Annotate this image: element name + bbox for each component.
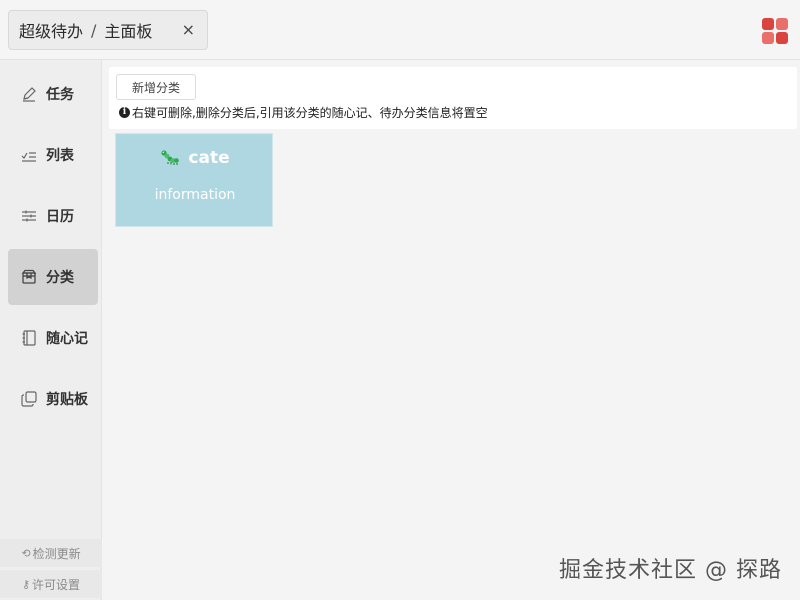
sidebar-item-category[interactable]: 分类	[8, 249, 98, 305]
app-grid-icon[interactable]	[762, 18, 788, 44]
sidebar-item-label: 列表	[46, 148, 74, 164]
checklist-icon	[20, 146, 38, 164]
sidebar-item-label: 日历	[46, 209, 74, 225]
category-card-description: information	[154, 187, 236, 203]
delete-hint: i 右键可删除,删除分类后,引用该分类的随心记、待办分类信息将置空	[119, 104, 488, 120]
info-icon: i	[119, 106, 130, 118]
delete-hint-text: 右键可删除,删除分类后,引用该分类的随心记、待办分类信息将置空	[132, 105, 488, 120]
category-toolbar: 新增分类 i 右键可删除,删除分类后,引用该分类的随心记、待办分类信息将置空	[109, 67, 797, 129]
refresh-icon: ⟲	[21, 546, 31, 560]
sidebar-item-label: 随心记	[46, 331, 88, 347]
main-panel-tab[interactable]: 超级待办 / 主面板 ×	[8, 10, 208, 50]
sidebar-item-tasks[interactable]: 任务	[8, 66, 98, 122]
sidebar-item-notes[interactable]: 随心记	[8, 310, 98, 366]
license-settings-label: 许可设置	[32, 577, 81, 592]
breadcrumb-root: 超级待办	[19, 22, 84, 41]
pencil-icon	[20, 85, 38, 103]
sidebar: 任务 列表 日历 分类 随心记 剪贴板 ⟲ 检测更新 ⚷ 许可设置	[0, 60, 102, 600]
license-settings-link[interactable]: ⚷ 许可设置	[0, 570, 102, 598]
close-icon[interactable]: ×	[182, 20, 195, 39]
main-content: 新增分类 i 右键可删除,删除分类后,引用该分类的随心记、待办分类信息将置空 c…	[103, 60, 800, 600]
breadcrumb-current: 主面板	[104, 22, 153, 41]
watermark: 掘金技术社区 @ 探路	[559, 558, 782, 583]
key-icon: ⚷	[21, 577, 31, 591]
add-category-button[interactable]: 新增分类	[116, 74, 196, 100]
sidebar-item-clipboard[interactable]: 剪贴板	[8, 371, 98, 427]
check-update-link[interactable]: ⟲ 检测更新	[0, 539, 102, 567]
title-bar: 超级待办 / 主面板 ×	[0, 0, 800, 60]
category-card[interactable]: cate information	[115, 133, 273, 227]
sidebar-item-label: 分类	[46, 270, 74, 286]
check-update-label: 检测更新	[32, 546, 81, 561]
box-icon	[20, 268, 38, 286]
caterpillar-icon	[161, 150, 180, 165]
category-card-name: cate	[188, 148, 230, 168]
sidebar-item-label: 任务	[46, 87, 74, 103]
copy-icon	[20, 390, 38, 408]
sidebar-item-calendar[interactable]: 日历	[8, 188, 98, 244]
category-card-title: cate	[116, 148, 274, 168]
notebook-icon	[20, 329, 38, 347]
breadcrumb-separator: /	[91, 20, 97, 40]
sliders-icon	[20, 207, 38, 225]
sidebar-item-list[interactable]: 列表	[8, 127, 98, 183]
sidebar-item-label: 剪贴板	[46, 392, 88, 408]
